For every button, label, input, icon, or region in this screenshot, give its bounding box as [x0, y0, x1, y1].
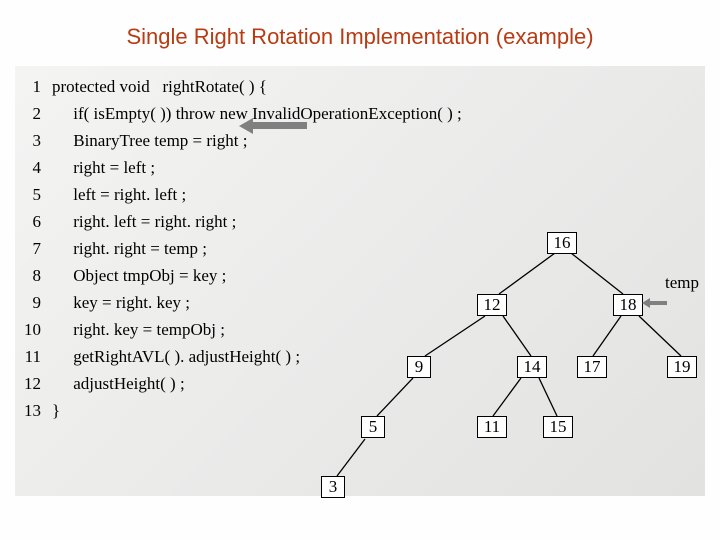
tree-node: 3 [321, 476, 345, 498]
page-title: Single Right Rotation Implementation (ex… [0, 24, 720, 50]
tree-node: 15 [543, 416, 573, 438]
tree-node: 9 [407, 356, 431, 378]
tree-diagram: 16 12 18 9 14 17 19 5 11 15 3 temp [15, 66, 705, 496]
tree-node: 11 [477, 416, 507, 438]
tree-node: 5 [361, 416, 385, 438]
tree-node: 17 [577, 356, 607, 378]
tree-node: 16 [547, 232, 577, 254]
tree-node: 12 [477, 294, 507, 316]
tree-node: 14 [517, 356, 547, 378]
content-panel: 1protected void rightRotate( ) { 2 if( i… [15, 66, 705, 496]
tree-node: 19 [667, 356, 697, 378]
tree-node: 18 [613, 294, 643, 316]
tree-edges [15, 66, 705, 496]
temp-label: temp [665, 273, 699, 293]
